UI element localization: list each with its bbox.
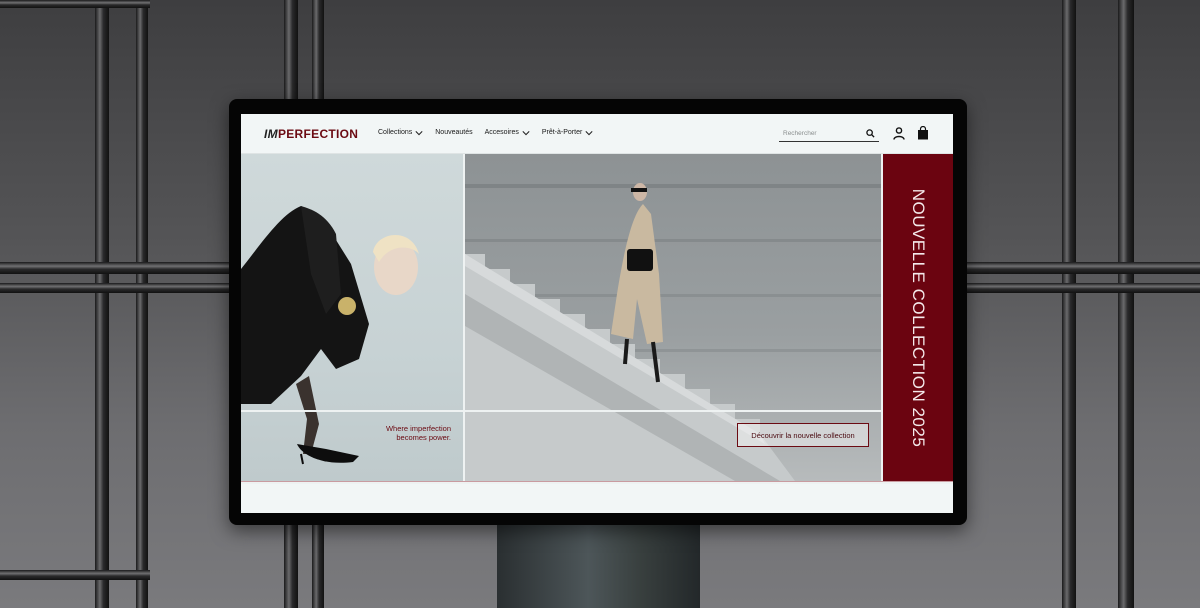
website-screen: IMPERFECTION Collections Nouveautés Acce… xyxy=(241,114,953,513)
nav-item-accesoires[interactable]: Accesoires xyxy=(485,129,530,136)
monitor-stand xyxy=(497,520,700,608)
hero-image-main: Découvrir la nouvelle collection xyxy=(465,154,881,481)
hero-image-left: Where imperfection becomes power. xyxy=(241,154,463,481)
search-icon[interactable] xyxy=(866,129,875,138)
collection-side-banner[interactable]: NOUVELLE COLLECTION 2025 xyxy=(883,154,953,481)
shopping-bag-icon[interactable] xyxy=(917,126,929,140)
chevron-down-icon xyxy=(585,130,593,135)
main-nav: Collections Nouveautés Accesoires Prêt-à… xyxy=(378,129,593,136)
nav-item-pret-a-porter[interactable]: Prêt-à-Porter xyxy=(542,129,593,136)
footer-strip xyxy=(241,481,953,484)
site-header: IMPERFECTION Collections Nouveautés Acce… xyxy=(241,114,953,154)
horizontal-divider xyxy=(241,410,881,412)
discover-collection-button[interactable]: Découvrir la nouvelle collection xyxy=(737,423,869,447)
monitor: IMPERFECTION Collections Nouveautés Acce… xyxy=(229,99,967,525)
user-icon[interactable] xyxy=(893,127,905,140)
search-bar xyxy=(779,126,879,142)
search-input[interactable] xyxy=(779,130,859,137)
nav-item-nouveautes[interactable]: Nouveautés xyxy=(435,129,472,136)
nav-item-collections[interactable]: Collections xyxy=(378,129,423,136)
hero-tagline: Where imperfection becomes power. xyxy=(385,424,451,442)
brand-logo[interactable]: IMPERFECTION xyxy=(264,127,358,141)
chevron-down-icon xyxy=(415,130,423,135)
side-banner-title: NOUVELLE COLLECTION 2025 xyxy=(909,188,928,447)
chevron-down-icon xyxy=(522,130,530,135)
